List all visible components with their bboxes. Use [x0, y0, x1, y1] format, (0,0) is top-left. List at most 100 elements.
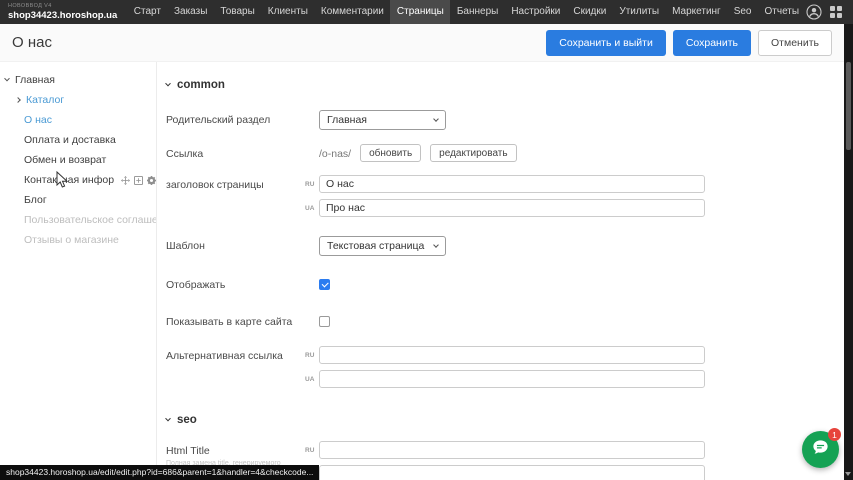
chevron-down-icon — [433, 116, 439, 122]
sidebar-item-exchange-return[interactable]: Обмен и возврат — [0, 150, 156, 170]
sidebar-item-label: Главная — [15, 74, 55, 86]
brand-version: НОВОВВОД V4 — [8, 4, 117, 10]
field-label: Ссылка — [166, 144, 305, 161]
sidebar-item-payment-delivery[interactable]: Оплата и доставка — [0, 130, 156, 150]
sidebar-item-label: Каталог — [26, 94, 64, 106]
save-button[interactable]: Сохранить — [673, 30, 751, 56]
parent-section-select[interactable]: Главная — [319, 110, 446, 130]
lang-spacer — [305, 312, 319, 318]
field-alt-link: Альтернативная ссылка RU UA — [166, 346, 844, 388]
topbar-icons — [806, 4, 853, 20]
sidebar-item-blog[interactable]: Блог — [0, 190, 156, 210]
menu-item-settings[interactable]: Настройки — [505, 0, 567, 24]
vertical-scrollbar[interactable] — [844, 24, 853, 480]
select-value: Главная — [327, 114, 367, 126]
lang-label-ua: UA — [305, 370, 319, 388]
sidebar-item-home[interactable]: Главная — [0, 70, 156, 90]
field-sitemap: Показывать в карте сайта — [166, 312, 844, 329]
cancel-button[interactable]: Отменить — [758, 30, 832, 56]
chevron-down-icon — [165, 81, 171, 87]
sidebar-item-label: Отзывы о магазине — [24, 234, 119, 246]
add-page-icon[interactable] — [134, 176, 143, 185]
menu-item-utilities[interactable]: Утилиты — [613, 0, 666, 24]
lang-spacer — [305, 236, 319, 242]
status-bar-url: shop34423.horoshop.ua/edit/edit.php?id=6… — [0, 465, 319, 480]
page-title-ru-input[interactable] — [319, 175, 705, 193]
menu-item-marketing[interactable]: Маркетинг — [666, 0, 728, 24]
html-title-ua-input[interactable] — [319, 465, 705, 480]
chevron-right-icon[interactable] — [15, 97, 21, 103]
field-parent-section: Родительский раздел Главная — [166, 110, 844, 130]
menu-item-banners[interactable]: Баннеры — [450, 0, 504, 24]
lang-label-ru: RU — [305, 441, 319, 459]
move-icon[interactable] — [121, 176, 130, 185]
page-title: О нас — [12, 34, 52, 51]
field-label: Шаблон — [166, 236, 305, 253]
page-title-ua-input[interactable] — [319, 199, 705, 217]
save-and-exit-button[interactable]: Сохранить и выйти — [546, 30, 666, 56]
sidebar-item-label: О нас — [24, 114, 52, 126]
lang-spacer — [305, 144, 319, 150]
lang-label-ru: RU — [305, 346, 319, 364]
gear-icon[interactable] — [147, 176, 156, 185]
tree-item-actions — [121, 176, 156, 185]
top-menu: Старт Заказы Товары Клиенты Комментарии … — [127, 0, 805, 24]
sidebar-item-label: Контактная инфор — [24, 174, 114, 186]
field-label: Родительский раздел — [166, 110, 305, 127]
menu-item-clients[interactable]: Клиенты — [261, 0, 314, 24]
menu-item-start[interactable]: Старт — [127, 0, 167, 24]
chat-widget-button[interactable]: 1 — [802, 431, 839, 468]
field-link: Ссылка /o-nas/ обновить редактировать — [166, 144, 844, 162]
alt-link-ua-input[interactable] — [319, 370, 705, 388]
lang-label-ua: UA — [305, 199, 319, 217]
chevron-down-icon — [165, 416, 171, 422]
lang-label-ru: RU — [305, 175, 319, 193]
sitemap-checkbox[interactable] — [319, 316, 330, 327]
menu-item-reports[interactable]: Отчеты — [758, 0, 806, 24]
menu-item-orders[interactable]: Заказы — [167, 0, 213, 24]
page-header: О нас Сохранить и выйти Сохранить Отмени… — [0, 24, 844, 62]
field-label: Альтернативная ссылка — [166, 346, 305, 363]
apps-grid-icon[interactable] — [829, 5, 843, 19]
section-common[interactable]: common — [166, 79, 844, 91]
field-display: Отображать — [166, 275, 844, 292]
link-value: /o-nas/ — [319, 144, 351, 160]
scrollbar-thumb[interactable] — [846, 62, 851, 150]
sidebar-item-about[interactable]: О нас — [0, 110, 156, 130]
pages-tree-sidebar: Главная Каталог О нас Оплата и доставка … — [0, 62, 156, 480]
menu-item-seo[interactable]: Seo — [727, 0, 758, 24]
field-template: Шаблон Текстовая страница — [166, 236, 844, 256]
sidebar-item-catalog[interactable]: Каталог — [0, 90, 156, 110]
alt-link-ru-input[interactable] — [319, 346, 705, 364]
lang-spacer — [305, 275, 319, 281]
html-title-ru-input[interactable] — [319, 441, 705, 459]
sidebar-item-label: Оплата и доставка — [24, 134, 116, 146]
template-select[interactable]: Текстовая страница — [319, 236, 446, 256]
link-update-button[interactable]: обновить — [360, 144, 421, 162]
account-icon[interactable] — [806, 4, 822, 20]
header-buttons: Сохранить и выйти Сохранить Отменить — [546, 30, 832, 56]
menu-item-comments[interactable]: Комментарии — [314, 0, 390, 24]
lang-spacer — [305, 110, 319, 116]
chat-bubble-icon — [811, 438, 830, 462]
scroll-down-arrow-icon[interactable] — [845, 472, 851, 476]
brand[interactable]: НОВОВВОД V4 shop34423.horoshop.ua — [0, 4, 127, 20]
topbar: НОВОВВОД V4 shop34423.horoshop.ua Старт … — [0, 0, 853, 24]
sidebar-item-label: Обмен и возврат — [24, 154, 106, 166]
sidebar-item-label: Блог — [24, 194, 47, 206]
menu-item-pages[interactable]: Страницы — [390, 0, 450, 24]
field-label: Показывать в карте сайта — [166, 312, 305, 329]
section-seo[interactable]: seo — [166, 414, 844, 426]
link-edit-button[interactable]: редактировать — [430, 144, 516, 162]
sidebar-item-store-reviews[interactable]: Отзывы о магазине — [0, 230, 156, 250]
sidebar-item-contact-info[interactable]: Контактная инфор — [0, 170, 156, 190]
section-title: common — [177, 79, 225, 91]
chevron-down-icon — [433, 242, 439, 248]
menu-item-products[interactable]: Товары — [214, 0, 261, 24]
display-checkbox[interactable] — [319, 279, 330, 290]
chevron-down-icon[interactable] — [4, 76, 10, 82]
field-page-title: заголовок страницы RU UA — [166, 175, 844, 217]
sidebar-item-user-agreement[interactable]: Пользовательское соглашение — [0, 210, 156, 230]
brand-domain: shop34423.horoshop.ua — [8, 11, 117, 21]
menu-item-discounts[interactable]: Скидки — [567, 0, 613, 24]
